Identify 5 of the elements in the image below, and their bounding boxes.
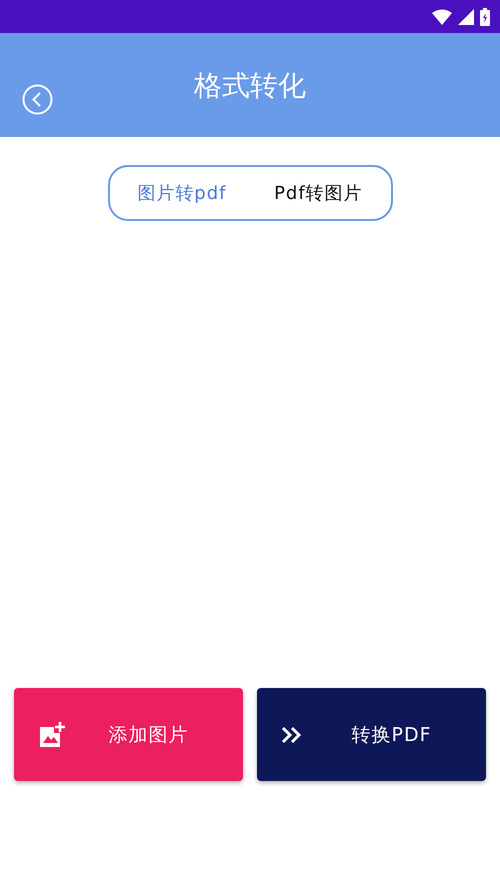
add-image-button[interactable]: 添加图片: [14, 688, 243, 781]
page-title: 格式转化: [194, 68, 306, 104]
tab[interactable]: 图片转pdf: [135, 177, 228, 209]
tab[interactable]: Pdf转图片: [272, 177, 365, 209]
convert-button[interactable]: 转换PDF: [257, 688, 486, 781]
